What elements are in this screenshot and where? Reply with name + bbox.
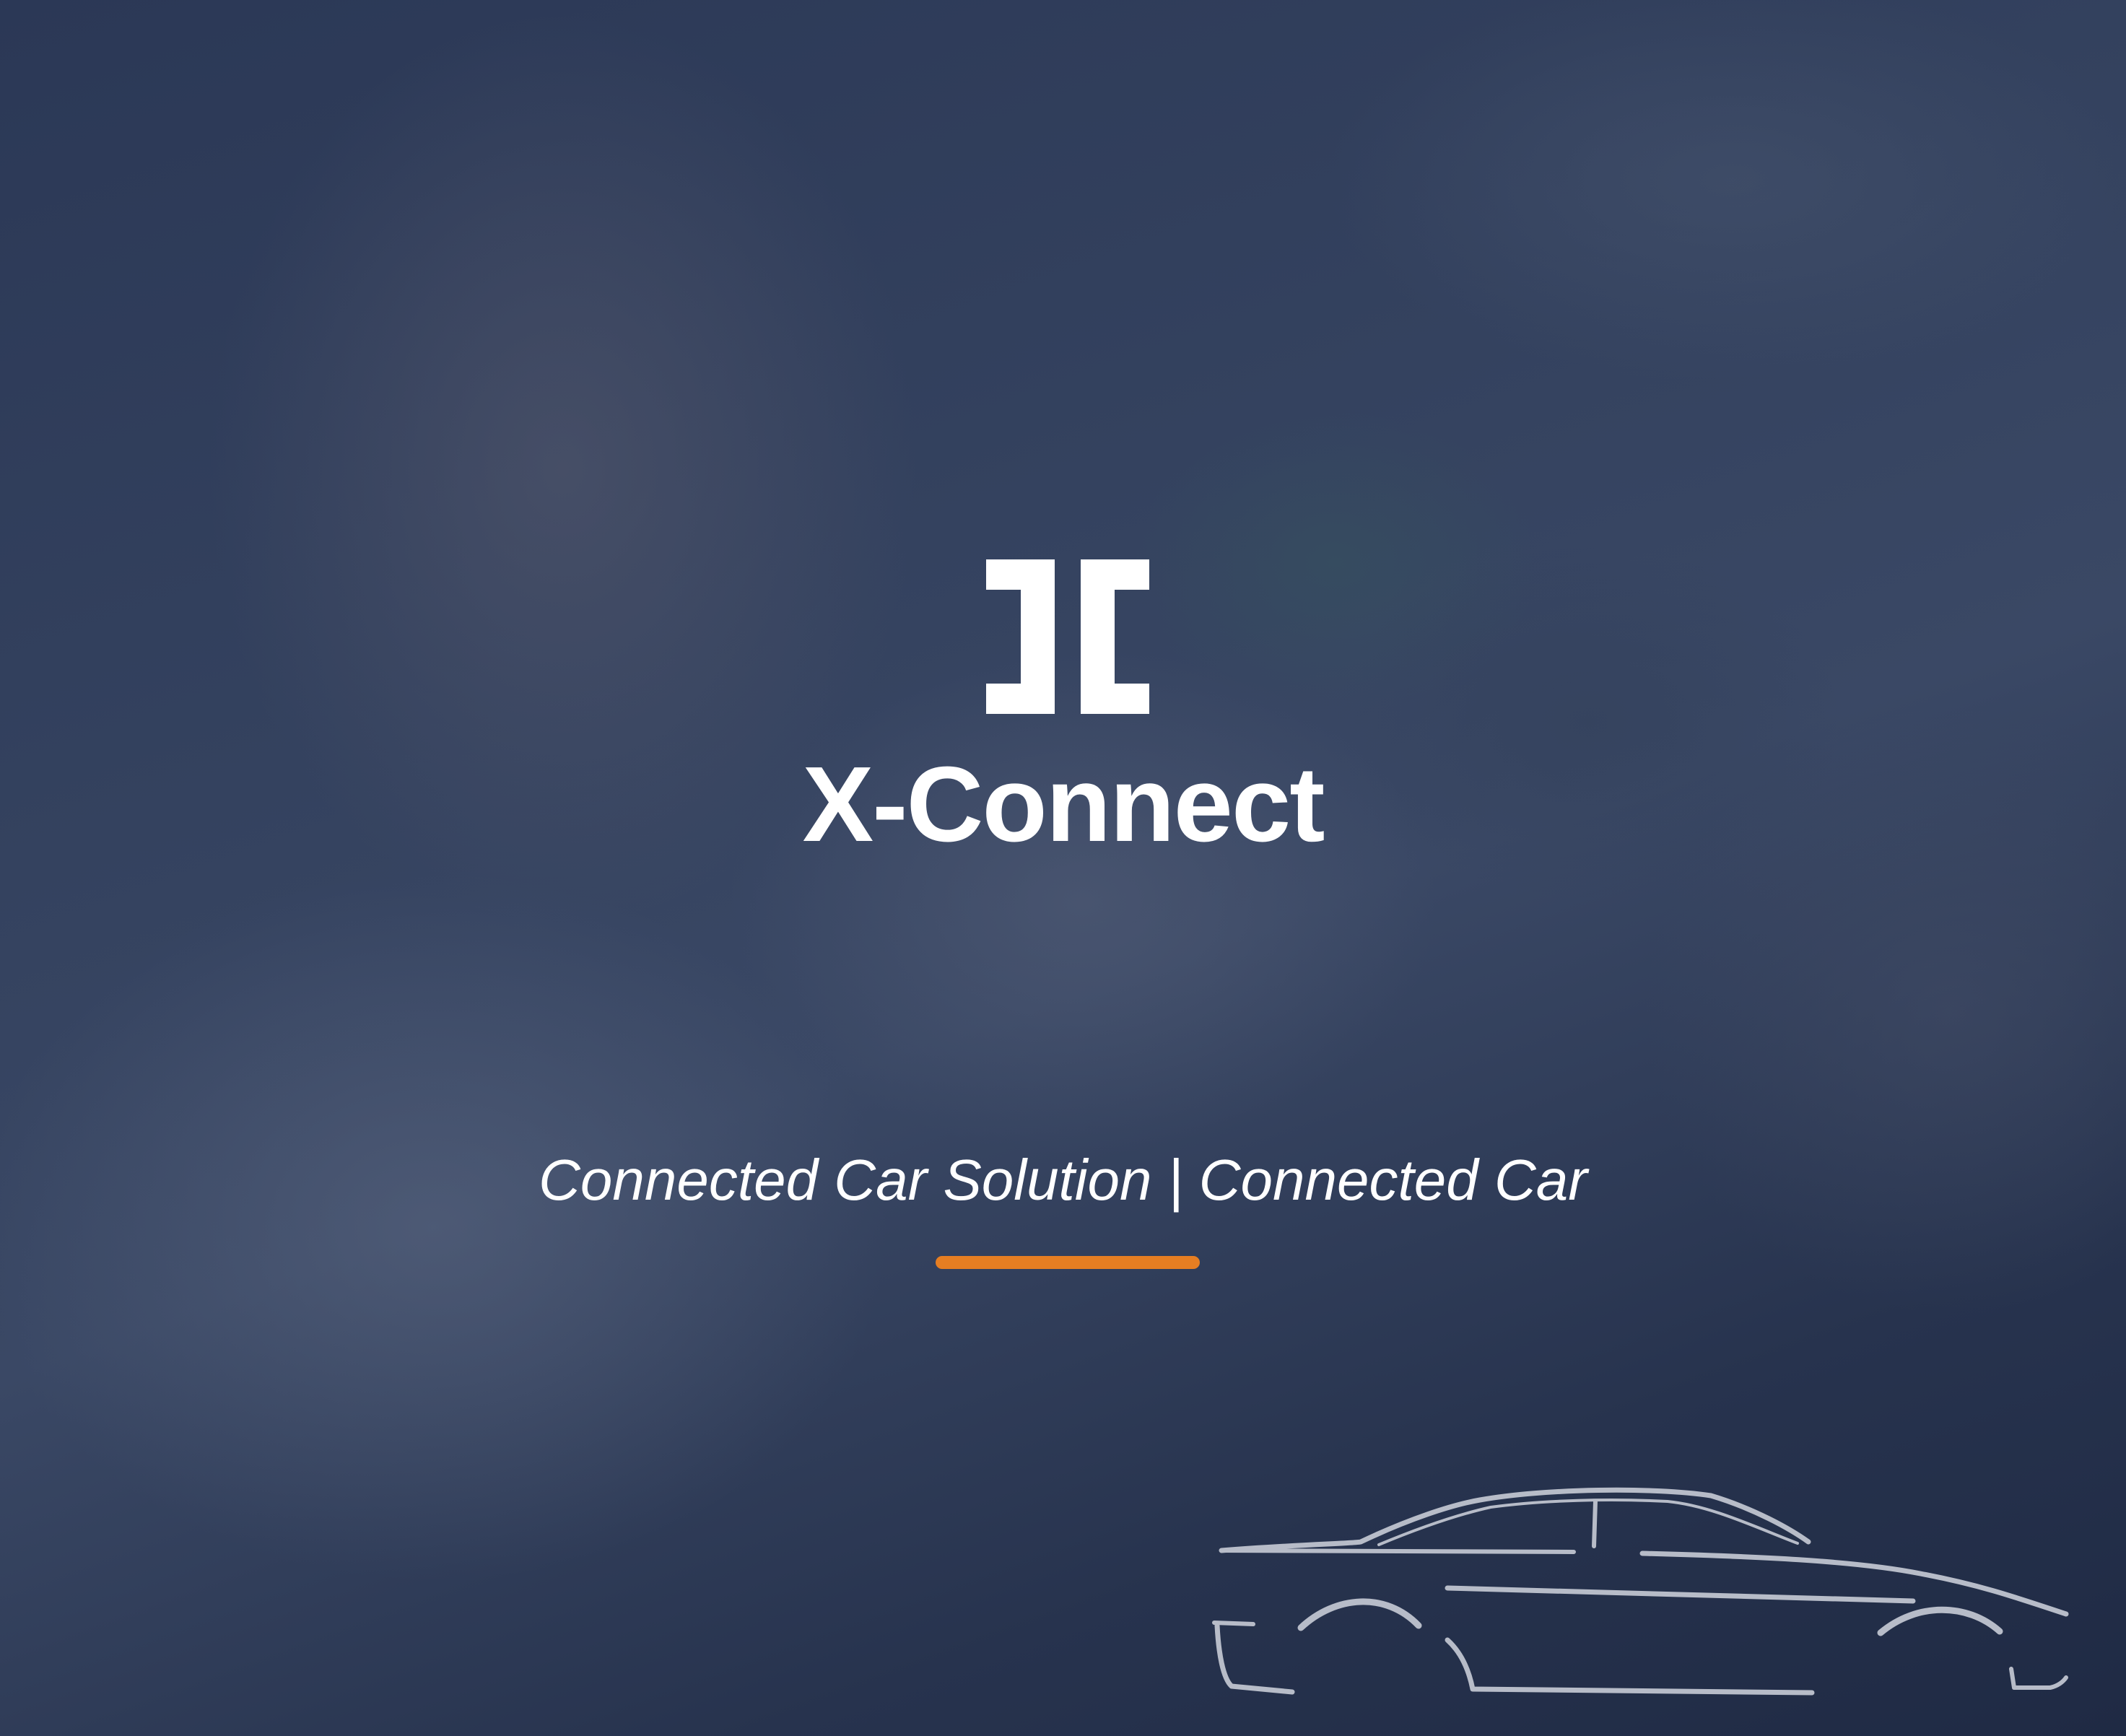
accent-divider bbox=[936, 1256, 1200, 1269]
car-silhouette-icon bbox=[1212, 1487, 2069, 1696]
brand-name: X-Connect bbox=[802, 745, 1325, 864]
tagline: Connected Car Solution | Connected Car bbox=[539, 1148, 1587, 1212]
bracket-logo-icon bbox=[986, 559, 1149, 714]
